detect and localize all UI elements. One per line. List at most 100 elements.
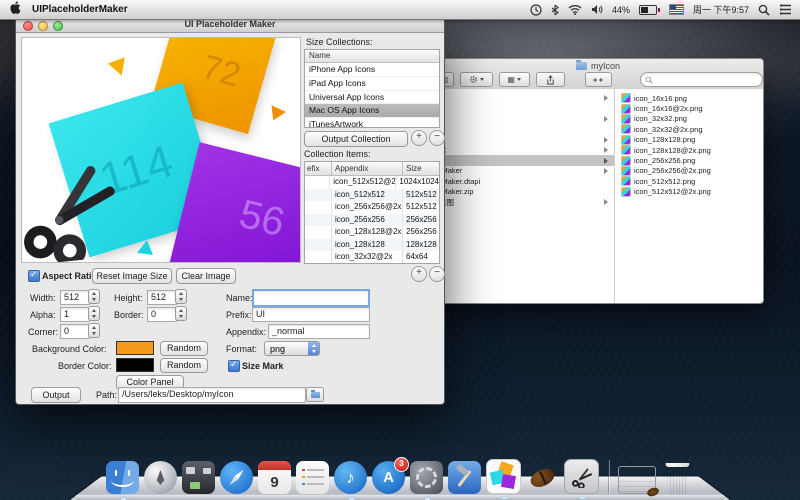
clear-image-button[interactable]: Clear Image xyxy=(176,268,236,284)
file-row[interactable]: icon_128x128@2x.png xyxy=(615,145,763,155)
gear-action-button[interactable] xyxy=(460,72,493,87)
width-field[interactable]: 512 xyxy=(60,290,90,305)
alpha-field[interactable]: 1 xyxy=(60,307,90,322)
collection-row-selected[interactable]: Mac OS App Icons xyxy=(305,104,439,118)
finder-column-right[interactable]: icon_16x16.png icon_16x16@2x.png icon_32… xyxy=(615,93,763,197)
dock-system-preferences-icon[interactable] xyxy=(410,461,443,494)
finder-search-field[interactable] xyxy=(640,72,763,87)
dock-calendar-icon[interactable]: 9 xyxy=(258,461,291,494)
table-row[interactable]: icon_256x256256x256 xyxy=(305,214,439,227)
dock-minimized-window[interactable] xyxy=(618,466,656,494)
corner-field[interactable]: 0 xyxy=(60,324,90,339)
list-item[interactable]: rMaker xyxy=(433,166,614,176)
height-field[interactable]: 512 xyxy=(147,290,177,305)
path-field[interactable]: /Users/leks/Desktop/myIcon xyxy=(118,387,306,403)
file-row[interactable]: icon_512x512@2x.png xyxy=(615,187,763,197)
battery-icon[interactable] xyxy=(639,5,660,15)
prefix-field[interactable]: UI xyxy=(252,307,370,322)
name-field[interactable] xyxy=(252,289,370,307)
list-item-selected[interactable] xyxy=(433,155,614,165)
image-preview-canvas[interactable]: 72 114 56 xyxy=(21,37,301,263)
list-item[interactable] xyxy=(433,93,614,103)
corner-stepper[interactable] xyxy=(88,323,100,338)
collection-row[interactable]: iPhone App Icons xyxy=(305,63,439,77)
border-stepper[interactable] xyxy=(175,306,187,321)
dock-app-store-icon[interactable]: A 3 xyxy=(372,461,405,494)
background-color-swatch[interactable] xyxy=(116,341,154,355)
add-collection-button[interactable]: + xyxy=(411,130,427,146)
dock-safari-icon[interactable] xyxy=(220,461,253,494)
list-item[interactable] xyxy=(433,114,614,124)
share-button[interactable] xyxy=(536,72,566,87)
finder-column-left[interactable]: 本 rMaker rMaker.dtapi rMaker.zip 果图 xyxy=(433,93,614,207)
file-row[interactable]: icon_256x256@2x.png xyxy=(615,166,763,176)
size-mark-checkbox[interactable] xyxy=(228,360,240,372)
list-item[interactable] xyxy=(433,103,614,113)
output-button[interactable]: Output xyxy=(31,387,81,403)
output-collection-button[interactable]: Output Collection xyxy=(304,131,408,147)
list-header[interactable]: Name xyxy=(305,50,439,63)
height-stepper[interactable] xyxy=(175,289,187,304)
dock-reminders-icon[interactable] xyxy=(296,461,329,494)
menu-bar-clock[interactable]: 周一 下午9:57 xyxy=(693,3,749,16)
battery-percent[interactable]: 44% xyxy=(612,5,630,15)
collection-row[interactable]: Universal App Icons xyxy=(305,91,439,105)
file-row[interactable]: icon_256x256.png xyxy=(615,155,763,165)
border-color-swatch[interactable] xyxy=(116,358,154,372)
table-row[interactable]: icon_256x256@2x512x512 xyxy=(305,201,439,214)
dock-launchpad-icon[interactable] xyxy=(144,461,177,494)
finder-window[interactable]: myIcon ▥ ▦ 本 xyxy=(432,58,764,304)
spotlight-icon[interactable] xyxy=(758,4,770,16)
table-row[interactable]: icon_128x128128x128 xyxy=(305,239,439,252)
collection-row[interactable]: iTunesArtwork xyxy=(305,118,439,128)
list-item[interactable]: rMaker.zip xyxy=(433,187,614,197)
list-item[interactable]: 果图 xyxy=(433,197,614,207)
arrange-button[interactable]: ▦ xyxy=(499,72,530,87)
aspect-ratio-checkbox[interactable] xyxy=(28,270,40,282)
col-appendix[interactable]: Appendix xyxy=(332,162,403,175)
dock-xcode-icon[interactable] xyxy=(448,461,481,494)
format-dropdown[interactable]: png xyxy=(264,341,320,356)
list-item[interactable]: 本 xyxy=(433,145,614,155)
dock-itunes-icon[interactable]: ♪ xyxy=(334,461,367,494)
volume-icon[interactable] xyxy=(591,4,603,15)
dock-trash-icon[interactable] xyxy=(661,461,694,494)
background-random-button[interactable]: Random xyxy=(160,341,208,356)
col-prefix[interactable]: efix xyxy=(305,162,332,175)
file-row[interactable]: icon_16x16@2x.png xyxy=(615,103,763,113)
col-size[interactable]: Size xyxy=(403,162,439,175)
file-row[interactable]: icon_32x32.png xyxy=(615,114,763,124)
table-row[interactable]: icon_32x32@2x64x64 xyxy=(305,251,439,264)
dock-finder-icon[interactable] xyxy=(106,461,139,494)
wifi-icon[interactable] xyxy=(568,4,582,15)
apple-menu-icon[interactable] xyxy=(10,1,22,19)
choose-folder-button[interactable] xyxy=(306,387,324,402)
table-header[interactable]: efix Appendix Size xyxy=(305,162,439,176)
size-collections-list[interactable]: Name iPhone App Icons iPad App Icons Uni… xyxy=(304,49,440,128)
remove-collection-button[interactable]: − xyxy=(429,130,445,146)
dock-placeholder-maker-icon[interactable] xyxy=(564,459,599,494)
table-row[interactable]: icon_512x512512x512 xyxy=(305,189,439,202)
alpha-stepper[interactable] xyxy=(88,306,100,321)
file-row[interactable]: icon_32x32@2x.png xyxy=(615,124,763,134)
file-row[interactable]: icon_512x512.png xyxy=(615,176,763,186)
finder-title-bar[interactable]: myIcon ▥ ▦ xyxy=(433,59,763,90)
list-item[interactable] xyxy=(433,135,614,145)
reset-image-size-button[interactable]: Reset Image Size xyxy=(92,268,172,284)
input-language-flag-icon[interactable] xyxy=(669,4,684,15)
app-window[interactable]: UI Placeholder Maker 72 114 56 Size Coll… xyxy=(15,16,445,405)
remove-item-button[interactable]: − xyxy=(429,266,445,282)
file-row[interactable]: icon_128x128.png xyxy=(615,135,763,145)
list-item[interactable]: rMaker.dtapi xyxy=(433,176,614,186)
width-stepper[interactable] xyxy=(88,289,100,304)
collection-row[interactable]: iPad App Icons xyxy=(305,77,439,91)
dock-mission-control-icon[interactable] xyxy=(182,461,215,494)
folder-proxy-icon[interactable] xyxy=(576,62,587,70)
bluetooth-icon[interactable] xyxy=(551,4,559,16)
appendix-field[interactable]: _normal xyxy=(268,324,370,339)
dock-coffee-bean-icon[interactable] xyxy=(526,461,559,494)
file-row[interactable]: icon_16x16.png xyxy=(615,93,763,103)
table-row[interactable]: icon_128x128@2x256x256 xyxy=(305,226,439,239)
time-machine-icon[interactable] xyxy=(530,4,542,16)
collection-items-table[interactable]: efix Appendix Size icon_512x512@2x1024x1… xyxy=(304,161,440,264)
